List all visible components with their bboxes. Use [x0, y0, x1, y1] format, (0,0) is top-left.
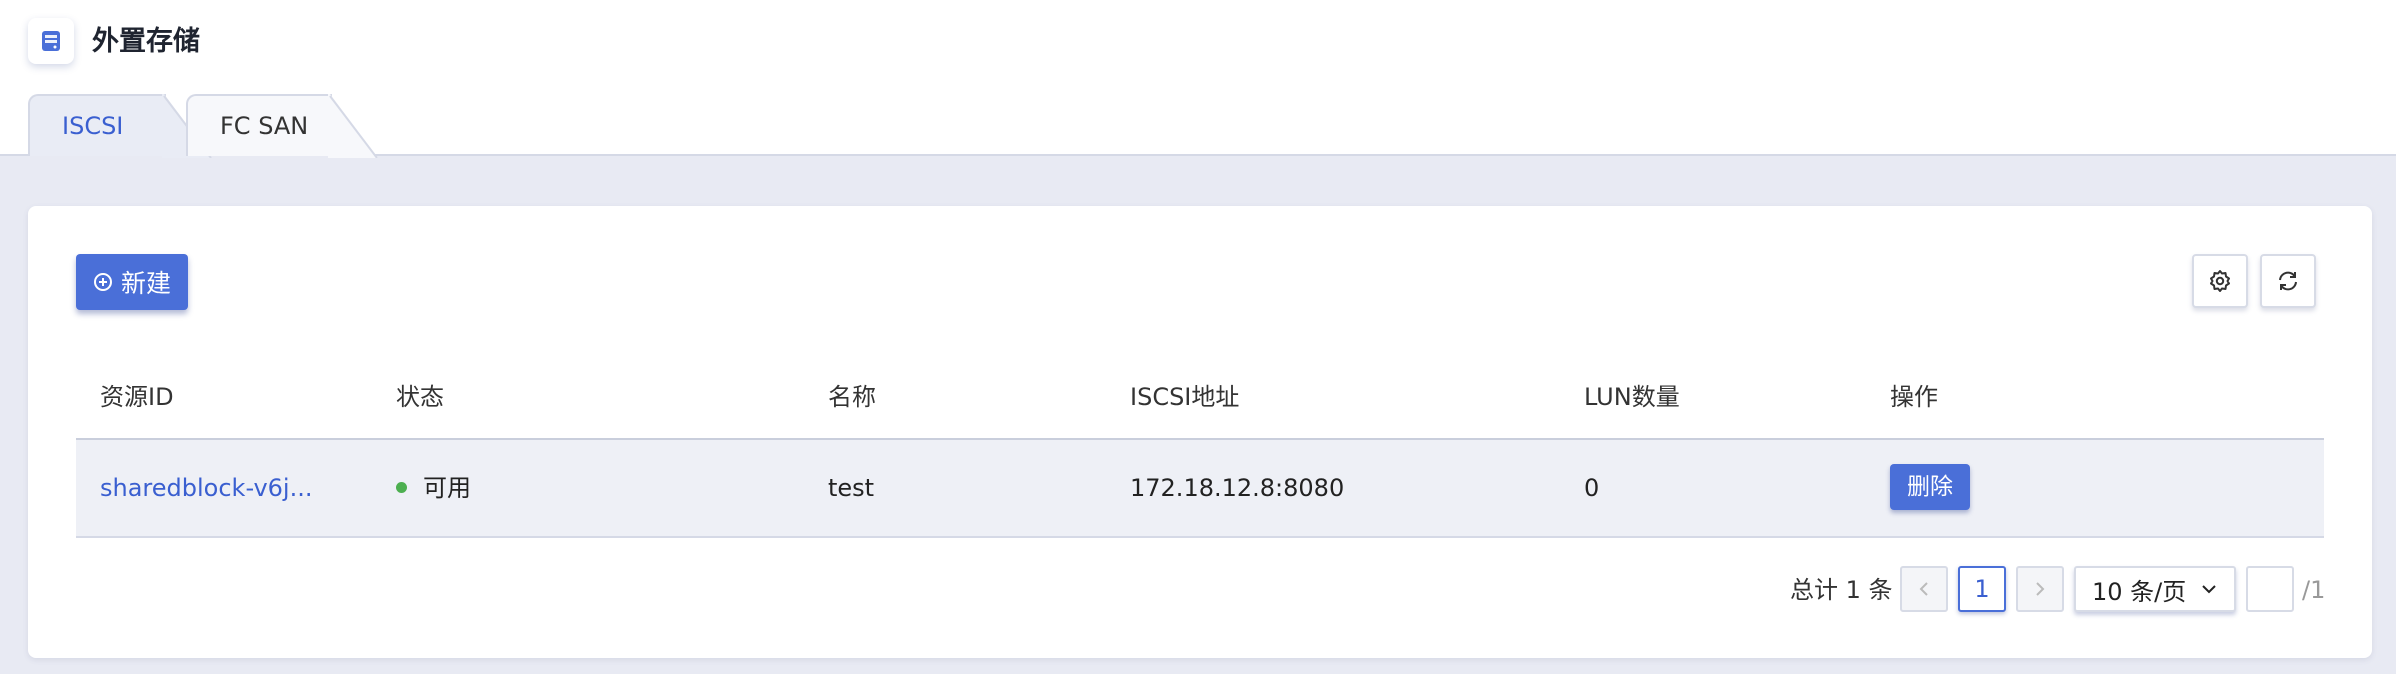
plus-circle-icon: [93, 273, 112, 291]
total-pages-label: /1: [2302, 576, 2326, 604]
tab-label: ISCSI: [62, 112, 124, 140]
iscsi-address-cell: 172.18.12.8:8080: [1130, 474, 1345, 502]
page-jump-input[interactable]: [2246, 566, 2294, 612]
column-header-iscsi-address: ISCSI地址: [1130, 383, 1240, 411]
settings-button[interactable]: [2192, 254, 2248, 308]
refresh-button[interactable]: [2260, 254, 2316, 308]
chevron-down-icon: [2202, 585, 2216, 594]
lun-count-cell: 0: [1584, 474, 1600, 502]
tab-label: FC SAN: [220, 112, 309, 140]
column-header-actions: 操作: [1890, 383, 1938, 411]
column-header-name: 名称: [828, 383, 876, 411]
storage-icon: [28, 18, 74, 64]
refresh-icon: [2279, 271, 2297, 291]
resource-id-link[interactable]: sharedblock-v6j...: [100, 440, 312, 536]
content-card: 新建 资源ID 状态 名称 ISCSI地址 LUN数量 操作 sharedblo…: [28, 206, 2372, 658]
pagination-total: 总计 1 条: [1790, 576, 1893, 604]
tab-iscsi[interactable]: ISCSI: [28, 94, 212, 158]
status-text: 可用: [423, 474, 471, 502]
status-cell: 可用: [396, 440, 471, 536]
column-header-lun-count: LUN数量: [1584, 383, 1680, 411]
column-header-status: 状态: [396, 383, 444, 411]
status-dot: [396, 481, 407, 493]
page-title: 外置存储: [92, 26, 200, 57]
next-page-button[interactable]: [2016, 566, 2064, 612]
top-bar: 外置存储 ISCSI FC SAN: [0, 0, 2396, 158]
page-number-button[interactable]: 1: [1958, 566, 2006, 612]
delete-button[interactable]: 删除: [1890, 464, 1970, 510]
page-size-select[interactable]: 10 条/页: [2074, 566, 2236, 612]
new-button-label: 新建: [120, 269, 171, 298]
name-cell: test: [828, 474, 875, 502]
tab-fc-san[interactable]: FC SAN: [186, 94, 378, 158]
chevron-left-icon: [1919, 582, 1928, 596]
chevron-right-icon: [2036, 582, 2045, 596]
table-row: sharedblock-v6j... 可用 test 172.18.12.8:8…: [76, 440, 2324, 538]
tab-corner: [328, 94, 378, 158]
page-size-value: 10 条/页: [2092, 577, 2187, 606]
new-button[interactable]: 新建: [76, 254, 188, 310]
gear-icon: [2210, 270, 2230, 292]
table-header: 资源ID 状态 名称 ISCSI地址 LUN数量 操作: [76, 354, 2324, 440]
column-header-resource-id: 资源ID: [100, 383, 174, 411]
prev-page-button[interactable]: [1900, 566, 1948, 612]
